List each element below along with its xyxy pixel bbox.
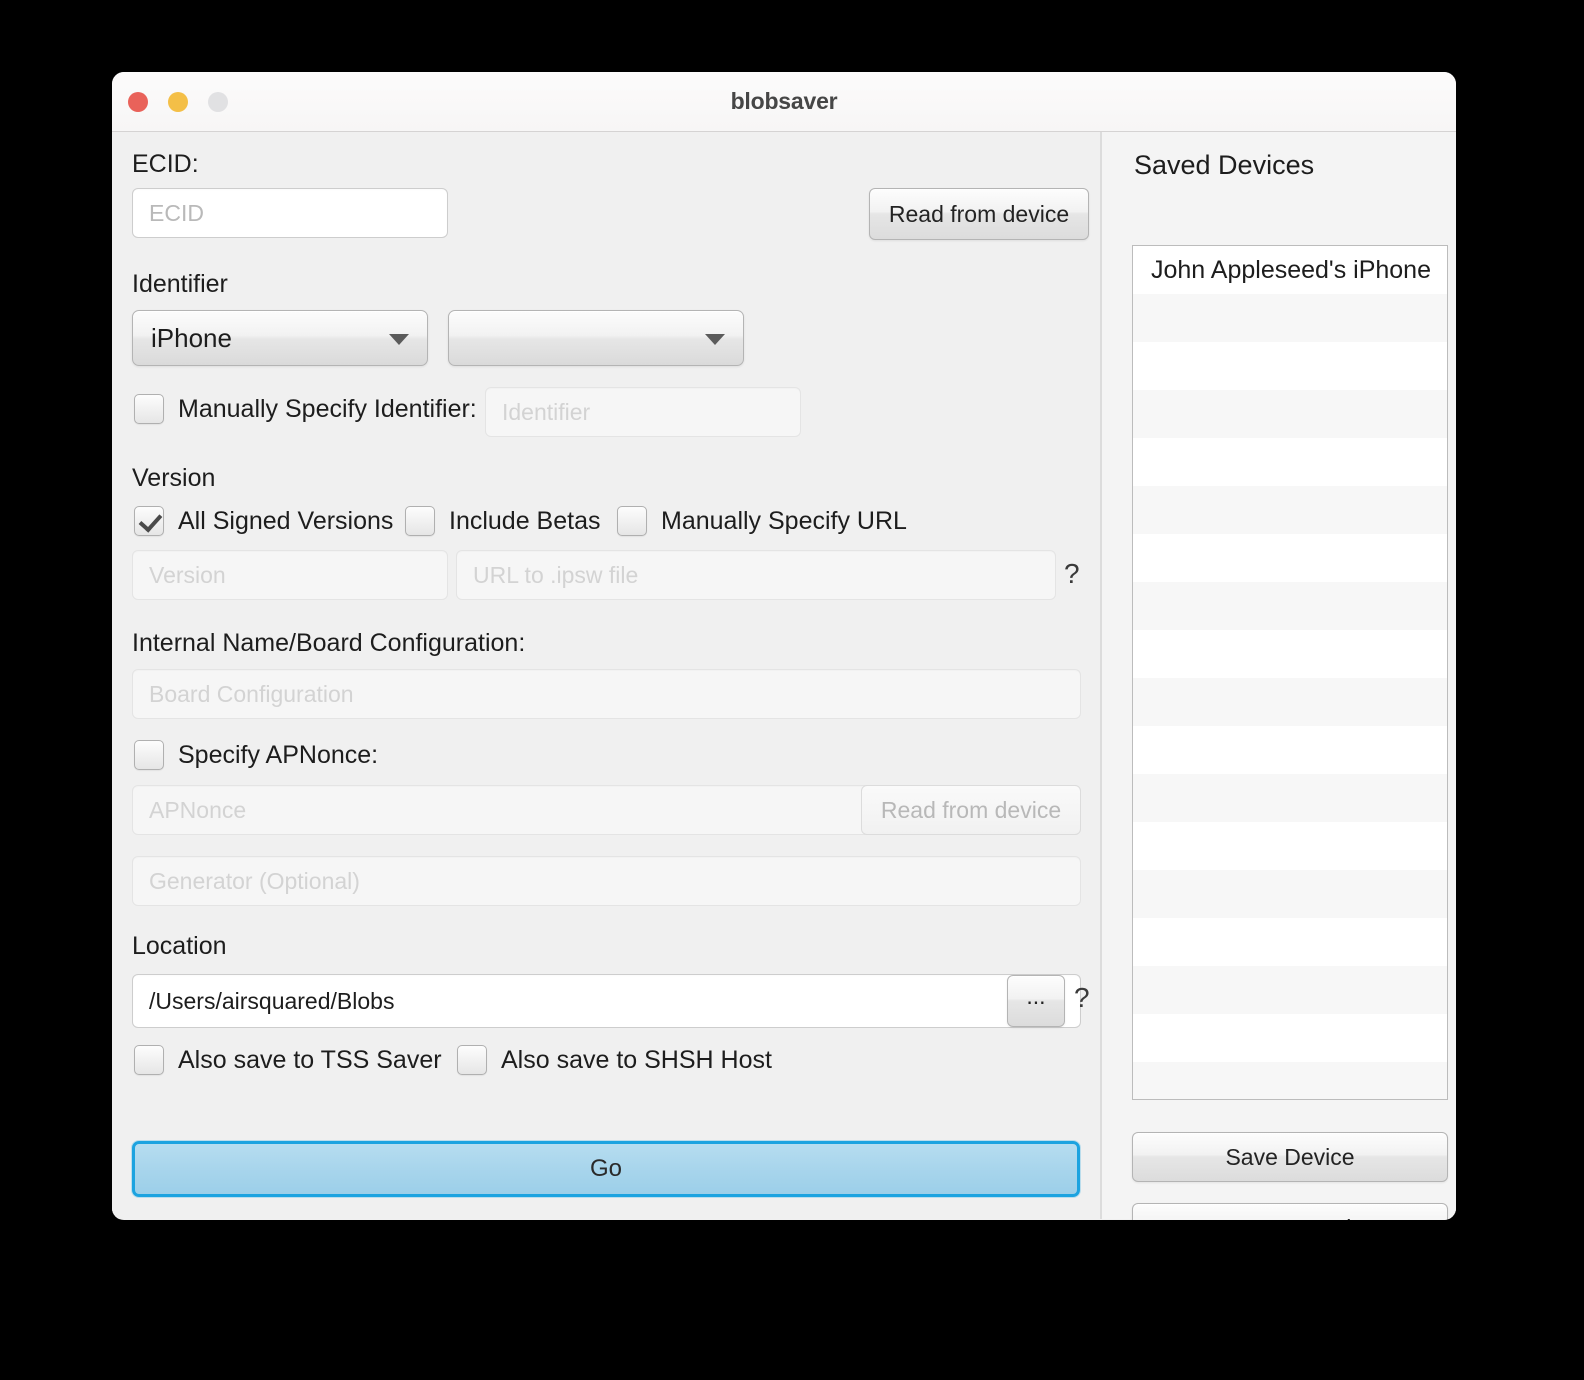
saved-device-row[interactable] (1133, 294, 1447, 342)
device-type-value: iPhone (151, 322, 232, 353)
auto-save-settings-button[interactable]: Auto-Save Settings (1132, 1203, 1448, 1220)
all-signed-versions-checkbox[interactable] (134, 506, 164, 536)
main-form-pane: ECID: ECID Read from device Identifier i… (112, 132, 1100, 1219)
location-help-icon[interactable]: ? (1074, 984, 1090, 1012)
specify-apnonce-checkbox-row[interactable]: Specify APNonce: (134, 740, 378, 770)
all-signed-versions-label: All Signed Versions (178, 506, 394, 535)
device-model-dropdown[interactable] (448, 310, 744, 366)
saved-device-row[interactable] (1133, 1014, 1447, 1062)
location-path-input[interactable]: /Users/airsquared/Blobs (132, 974, 1081, 1028)
saved-device-row[interactable] (1133, 918, 1447, 966)
specify-apnonce-label: Specify APNonce: (178, 740, 379, 769)
include-betas-checkbox[interactable] (405, 506, 435, 536)
saved-device-row[interactable] (1133, 534, 1447, 582)
tss-saver-label: Also save to TSS Saver (178, 1045, 442, 1074)
save-device-button[interactable]: Save Device (1132, 1132, 1448, 1182)
manual-url-checkbox[interactable] (617, 506, 647, 536)
browse-location-button[interactable]: ... (1007, 975, 1065, 1027)
apnonce-read-from-device-button[interactable]: Read from device (861, 785, 1081, 835)
saved-device-row[interactable] (1133, 582, 1447, 630)
saved-device-row[interactable] (1133, 390, 1447, 438)
window-title: blobsaver (730, 88, 838, 114)
version-help-icon[interactable]: ? (1064, 560, 1080, 588)
window-titlebar: blobsaver (112, 72, 1456, 132)
generator-input[interactable]: Generator (Optional) (132, 856, 1081, 906)
include-betas-checkbox-row[interactable]: Include Betas (405, 506, 601, 536)
tss-saver-checkbox[interactable] (134, 1045, 164, 1075)
ecid-input[interactable]: ECID (132, 188, 448, 238)
saved-device-row[interactable] (1133, 438, 1447, 486)
saved-device-row[interactable] (1133, 678, 1447, 726)
saved-device-row[interactable] (1133, 774, 1447, 822)
saved-devices-list[interactable]: John Appleseed's iPhone (1132, 245, 1448, 1100)
saved-device-row[interactable] (1133, 486, 1447, 534)
saved-device-row[interactable] (1133, 630, 1447, 678)
board-configuration-input[interactable]: Board Configuration (132, 669, 1081, 719)
ipsw-url-input[interactable]: URL to .ipsw file (456, 550, 1056, 600)
saved-device-row[interactable] (1133, 1062, 1447, 1099)
include-betas-label: Include Betas (449, 506, 601, 535)
manual-url-label: Manually Specify URL (661, 506, 907, 535)
saved-devices-title: Saved Devices (1134, 150, 1315, 180)
saved-device-item[interactable]: John Appleseed's iPhone (1133, 246, 1447, 294)
all-signed-versions-checkbox-row[interactable]: All Signed Versions (134, 506, 393, 536)
saved-device-row[interactable] (1133, 822, 1447, 870)
shsh-host-label: Also save to SHSH Host (501, 1045, 772, 1074)
manual-identifier-checkbox-row[interactable]: Manually Specify Identifier: (134, 394, 477, 424)
saved-device-row[interactable] (1133, 342, 1447, 390)
manual-identifier-input[interactable]: Identifier (485, 387, 801, 437)
chevron-down-icon (705, 334, 725, 345)
specify-apnonce-checkbox[interactable] (134, 740, 164, 770)
saved-device-row[interactable] (1133, 726, 1447, 774)
device-type-dropdown[interactable]: iPhone (132, 310, 428, 366)
identifier-label: Identifier (132, 270, 228, 298)
version-input[interactable]: Version (132, 550, 448, 600)
ecid-label: ECID: (132, 150, 199, 178)
board-configuration-label: Internal Name/Board Configuration: (132, 629, 526, 657)
ecid-read-from-device-button[interactable]: Read from device (869, 188, 1089, 240)
window-body: ECID: ECID Read from device Identifier i… (112, 132, 1456, 1220)
saved-device-row[interactable] (1133, 966, 1447, 1014)
go-button[interactable]: Go (132, 1141, 1080, 1197)
saved-devices-pane: Saved Devices John Appleseed's iPhone Sa… (1102, 132, 1456, 1220)
shsh-host-checkbox-row[interactable]: Also save to SHSH Host (457, 1045, 772, 1075)
shsh-host-checkbox[interactable] (457, 1045, 487, 1075)
saved-device-row[interactable] (1133, 870, 1447, 918)
manual-identifier-label: Manually Specify Identifier: (178, 394, 477, 423)
app-window: blobsaver ECID: ECID Read from device Id… (112, 72, 1456, 1220)
chevron-down-icon (389, 334, 409, 345)
tss-saver-checkbox-row[interactable]: Also save to TSS Saver (134, 1045, 442, 1075)
location-label: Location (132, 932, 227, 960)
manual-url-checkbox-row[interactable]: Manually Specify URL (617, 506, 907, 536)
manual-identifier-checkbox[interactable] (134, 394, 164, 424)
version-label: Version (132, 464, 216, 492)
